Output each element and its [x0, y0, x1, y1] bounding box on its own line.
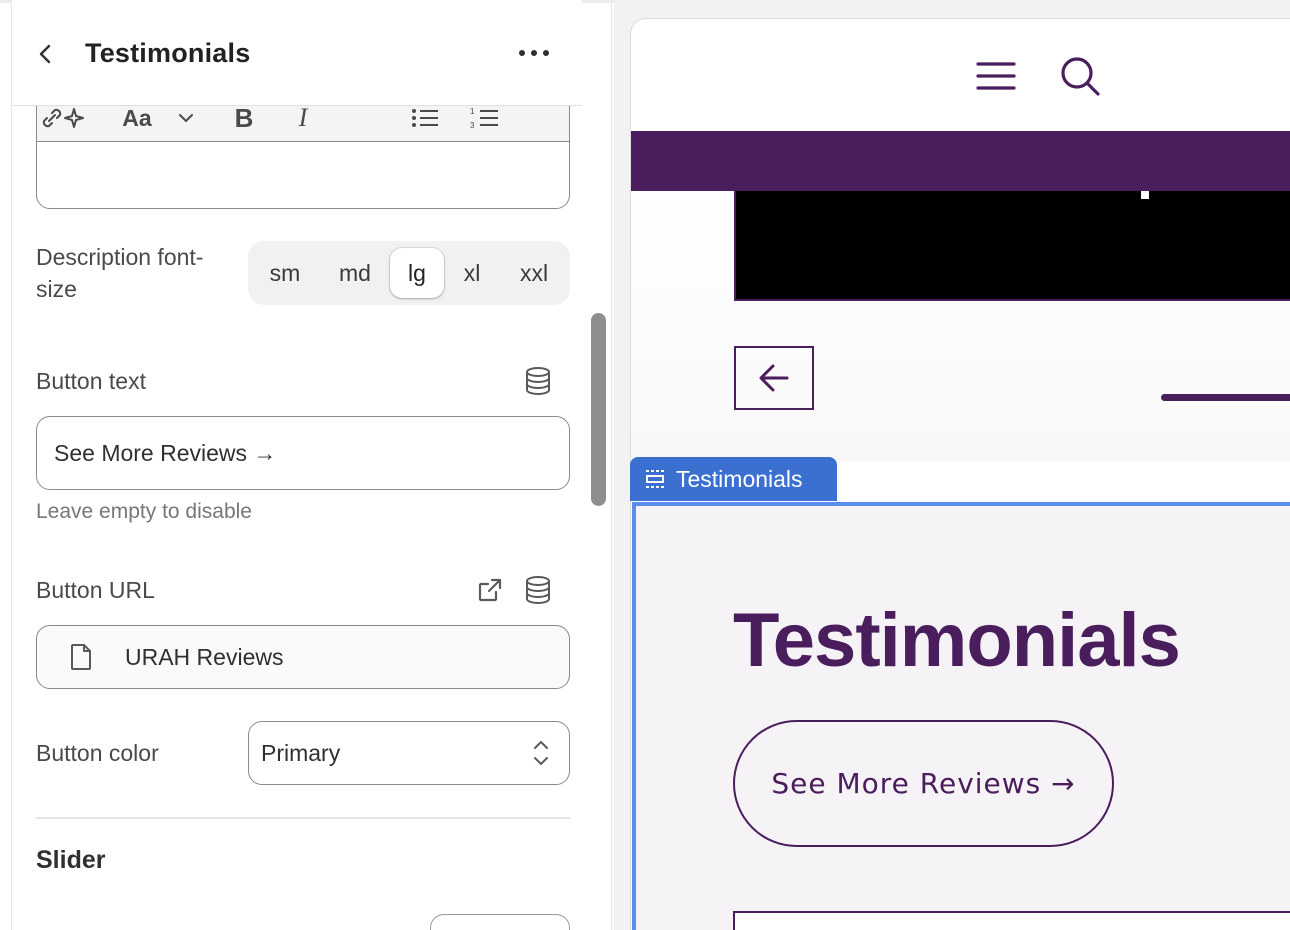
button-url-value: URAH Reviews [125, 643, 284, 670]
search-icon[interactable] [1058, 54, 1102, 98]
slider-progress-bar [1161, 394, 1290, 401]
section-icon [646, 470, 664, 488]
panel-left-border [11, 3, 12, 930]
font-size-option-md[interactable]: md [322, 248, 388, 298]
video-slide[interactable] [734, 191, 1290, 301]
button-text-input[interactable]: See More Reviews → [36, 416, 570, 490]
numbered-list-icon[interactable]: 13 [469, 103, 501, 133]
font-size-option-xl[interactable]: xl [448, 248, 496, 298]
bold-icon[interactable]: B [231, 103, 257, 133]
svg-text:3: 3 [470, 121, 475, 130]
external-link-icon[interactable] [474, 574, 506, 606]
database-icon[interactable] [522, 574, 554, 606]
header-divider [12, 105, 582, 106]
slider-section-heading: Slider [36, 846, 106, 874]
font-size-option-xxl[interactable]: xxl [504, 248, 564, 298]
font-size-option-lg[interactable]: lg [390, 248, 444, 298]
select-caret-icon [534, 741, 548, 765]
selected-section-label: Testimonials [676, 465, 803, 492]
more-horizontal-icon [519, 50, 549, 56]
chevron-left-icon [39, 44, 51, 64]
announcement-band [631, 131, 1290, 191]
selected-section-tab[interactable]: Testimonials [630, 457, 837, 501]
font-style-button[interactable]: Aa [119, 103, 155, 133]
svg-text:1: 1 [470, 107, 475, 116]
panel-title: Testimonials [85, 38, 251, 68]
video-marker [1141, 191, 1149, 199]
button-text-help: Leave empty to disable [36, 500, 252, 523]
panel-right-border [611, 3, 612, 930]
testimonials-section-preview[interactable] [632, 502, 1290, 930]
chevron-down-icon[interactable] [173, 103, 199, 133]
button-color-value: Primary [261, 739, 341, 766]
arrow-left-icon [759, 364, 789, 392]
button-text-label: Button text [36, 368, 146, 394]
theme-editor: Aa B I 13 Testimonials Description font-… [0, 0, 1290, 930]
font-size-segmented-control: sm md lg xl xxl [248, 241, 570, 305]
settings-panel: Aa B I 13 Testimonials Description font-… [0, 0, 614, 930]
testimonials-heading: Testimonials [733, 598, 1181, 683]
database-icon[interactable] [522, 365, 554, 397]
panel-scrollbar[interactable] [591, 313, 606, 506]
page-icon [71, 644, 91, 670]
button-url-picker[interactable]: URAH Reviews [36, 625, 570, 689]
button-url-label: Button URL [36, 577, 155, 603]
see-more-reviews-button[interactable]: See More Reviews → [733, 720, 1114, 847]
button-color-label: Button color [36, 740, 159, 766]
link-icon[interactable] [37, 103, 67, 133]
back-button[interactable] [30, 38, 62, 70]
font-size-option-sm[interactable]: sm [256, 248, 314, 298]
description-font-size-label: Description font-size [36, 244, 204, 302]
slider-prev-button[interactable] [734, 346, 814, 410]
bulleted-list-icon[interactable] [409, 103, 441, 133]
section-divider [36, 817, 570, 819]
button-color-select[interactable]: Primary [248, 721, 570, 785]
testimonial-card [733, 911, 1290, 930]
more-actions-button[interactable] [514, 38, 554, 68]
italic-icon[interactable]: I [291, 103, 315, 133]
hamburger-menu-icon[interactable] [974, 56, 1018, 96]
slider-setting-control[interactable] [430, 914, 570, 930]
